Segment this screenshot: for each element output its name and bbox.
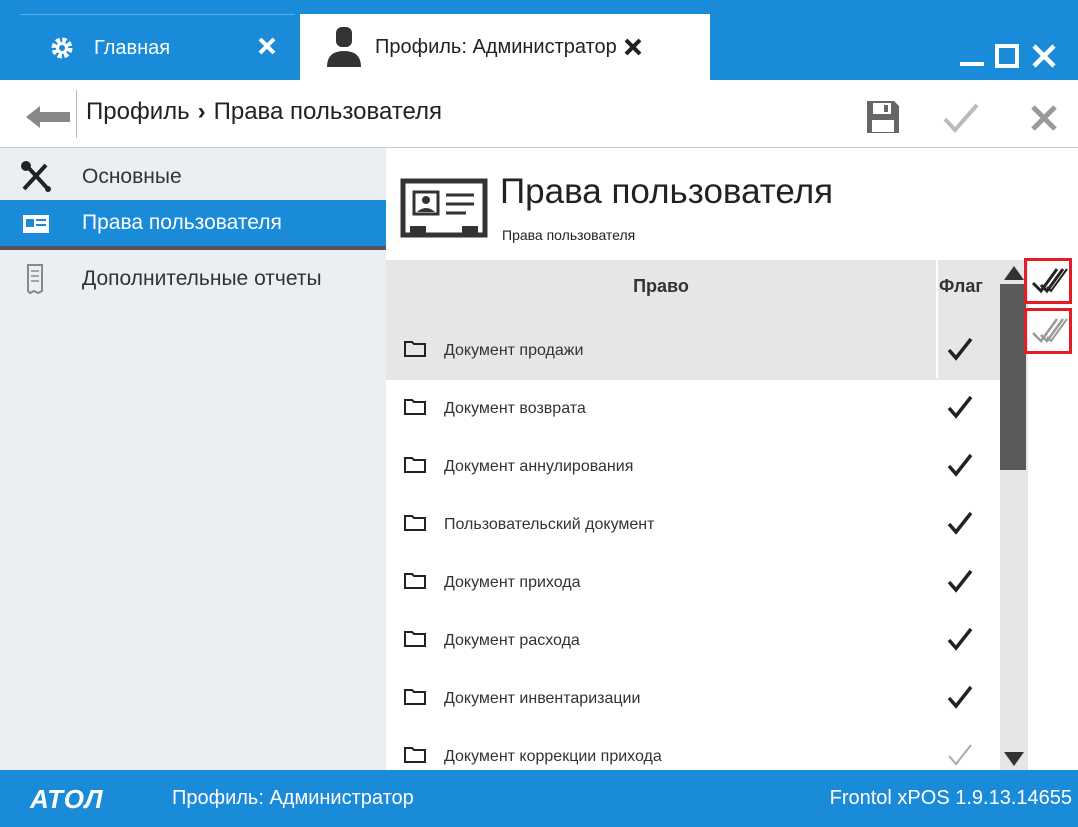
atol-logo: АТОЛ (30, 784, 104, 814)
tab-home-label: Главная (94, 36, 171, 59)
report-icon (27, 264, 43, 295)
breadcrumb-current: Права пользователя (213, 98, 443, 125)
folder-icon (404, 631, 426, 647)
check-all-button[interactable] (1024, 258, 1072, 304)
user-icon (327, 27, 361, 67)
check-icon[interactable] (946, 336, 974, 362)
table-row[interactable]: Документ расхода (386, 612, 1000, 670)
double-check-icon (1031, 268, 1068, 294)
tools-icon (21, 161, 51, 192)
scroll-thumb[interactable] (1000, 284, 1026, 470)
table-row[interactable]: Документ прихода (386, 554, 1000, 612)
id-card-icon (23, 215, 49, 233)
breadcrumb: Профиль › Права пользователя (86, 98, 442, 126)
status-bar: АТОЛ Профиль: Администратор Frontol xPOS… (0, 770, 1078, 827)
maximize-icon[interactable] (994, 40, 1020, 70)
sidebar-item-label: Основные (82, 165, 182, 188)
uncheck-all-button[interactable] (1024, 308, 1072, 354)
right-name: Документ расхода (444, 632, 580, 649)
folder-icon (404, 341, 426, 357)
toolbar-separator (76, 90, 77, 138)
gear-icon (51, 37, 73, 59)
right-name: Пользовательский документ (444, 516, 655, 533)
scroll-down-arrow-icon[interactable] (1004, 752, 1024, 766)
right-name: Документ прихода (444, 574, 581, 591)
check-icon[interactable] (946, 510, 974, 536)
folder-icon (404, 515, 426, 531)
folder-icon (404, 747, 426, 763)
sidebar-item-label: Дополнительные отчеты (82, 267, 322, 290)
folder-icon (404, 573, 426, 589)
tab-profile[interactable]: Профиль: Администратор (300, 14, 710, 80)
check-icon[interactable] (946, 452, 974, 478)
table-row[interactable]: Пользовательский документ (386, 496, 1000, 554)
scroll-up-arrow-icon[interactable] (1004, 266, 1024, 280)
double-check-outline-icon (1032, 318, 1068, 343)
save-icon[interactable] (866, 100, 900, 134)
apply-check-icon[interactable] (942, 102, 980, 134)
folder-icon (404, 689, 426, 705)
breadcrumb-separator: › (197, 98, 206, 125)
cancel-icon[interactable] (1030, 104, 1058, 132)
tab-profile-label: Профиль: Администратор (375, 35, 617, 58)
right-name: Документ продажи (444, 342, 584, 359)
sidebar-item-main[interactable]: Основные (0, 154, 386, 200)
sidebar-item-extra-reports[interactable]: Дополнительные отчеты (0, 256, 386, 302)
toolbar: Профиль › Права пользователя (0, 80, 1078, 148)
table-row[interactable]: Документ инвентаризации (386, 670, 1000, 728)
column-header-right[interactable]: Право (386, 276, 936, 297)
status-version: Frontol xPOS 1.9.13.14655 (829, 787, 1072, 809)
right-name: Документ коррекции прихода (444, 748, 662, 765)
grid-header: Право Флаг (386, 260, 1000, 324)
sidebar: Основные Права пользователя Дополнительн… (0, 148, 386, 770)
check-outline-icon[interactable] (946, 742, 974, 768)
content-panel: Права пользователя Права пользователя Пр… (386, 148, 1078, 770)
minimize-icon[interactable] (958, 40, 986, 70)
tab-home[interactable]: Главная (20, 14, 295, 81)
table-row[interactable]: Документ коррекции прихода (386, 728, 1000, 770)
right-name: Документ возврата (444, 400, 586, 417)
close-tab-icon[interactable] (256, 35, 278, 57)
sidebar-item-user-rights[interactable]: Права пользователя (0, 200, 386, 250)
right-name: Документ инвентаризации (444, 690, 641, 707)
folder-icon (404, 457, 426, 473)
table-row[interactable]: Документ аннулирования (386, 438, 1000, 496)
check-icon[interactable] (946, 684, 974, 710)
sidebar-item-label: Права пользователя (82, 211, 282, 234)
right-name: Документ аннулирования (444, 458, 634, 475)
table-row[interactable]: Документ продажи (386, 322, 1000, 380)
folder-icon (404, 399, 426, 415)
back-arrow-icon[interactable] (24, 104, 72, 130)
id-card-icon (400, 178, 488, 238)
close-window-icon[interactable] (1030, 40, 1058, 70)
check-icon[interactable] (946, 394, 974, 420)
check-icon[interactable] (946, 568, 974, 594)
title-bar: Главная Профиль: Администратор (0, 0, 1078, 92)
table-row[interactable]: Документ возврата (386, 380, 1000, 438)
page-title: Права пользователя (500, 172, 834, 211)
rights-grid: Право Флаг Документ продажи Документ возв… (386, 260, 1000, 770)
status-profile: Профиль: Администратор (172, 787, 414, 809)
close-tab-icon[interactable] (623, 37, 643, 57)
column-header-flag[interactable]: Флаг (939, 276, 999, 297)
check-icon[interactable] (946, 626, 974, 652)
breadcrumb-root[interactable]: Профиль (86, 98, 190, 125)
page-subtitle: Права пользователя (502, 227, 636, 243)
